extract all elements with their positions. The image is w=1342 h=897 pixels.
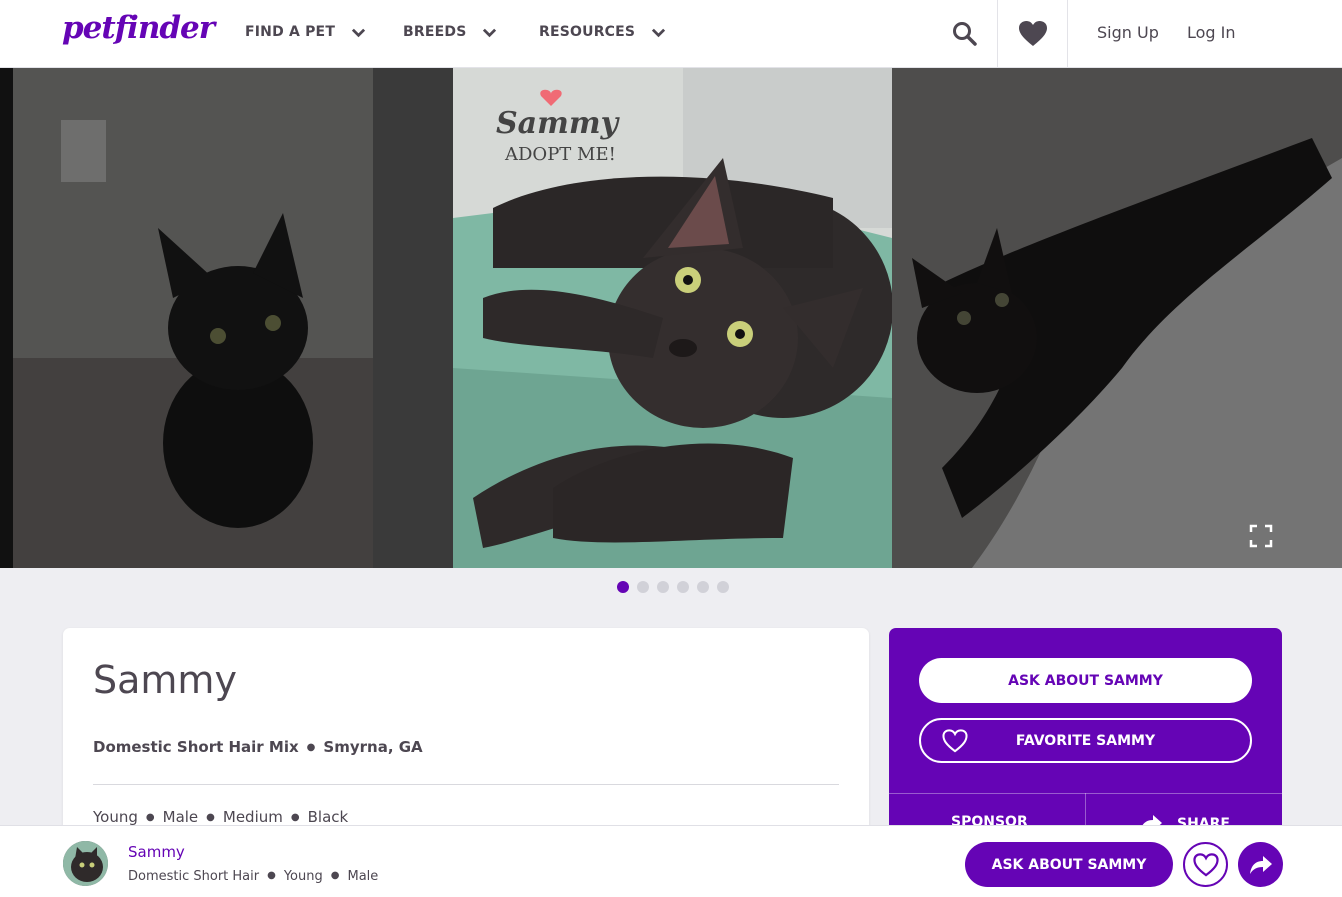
pet-sex: Male xyxy=(162,808,199,826)
search-button[interactable] xyxy=(940,10,990,58)
carousel-dot[interactable] xyxy=(657,581,669,593)
carousel-dot[interactable] xyxy=(717,581,729,593)
carousel-dot[interactable] xyxy=(697,581,709,593)
carousel-dot[interactable] xyxy=(677,581,689,593)
petfinder-logo[interactable]: petfinder xyxy=(62,10,215,46)
sticky-pet-name[interactable]: Sammy xyxy=(128,843,185,861)
heart-outline-icon xyxy=(942,729,968,753)
nav-breeds-label: BREEDS xyxy=(403,24,467,40)
search-icon xyxy=(953,22,977,46)
log-in-link[interactable]: Log In xyxy=(1187,23,1236,42)
pet-location: Smyrna, GA xyxy=(323,738,423,756)
nav-resources[interactable]: RESOURCES xyxy=(539,24,666,40)
sticky-favorite-button[interactable] xyxy=(1183,842,1228,887)
sticky-pet-sex: Male xyxy=(347,869,379,884)
expand-icon[interactable] xyxy=(1249,524,1273,548)
sticky-ask-button[interactable]: ASK ABOUT SAMMY xyxy=(965,842,1173,887)
carousel-slide-next[interactable] xyxy=(892,68,1342,568)
sticky-pet-age: Young xyxy=(283,869,323,884)
sticky-pet-summary: Domestic Short Hair ● Young ● Male xyxy=(128,869,378,884)
sticky-share-button[interactable] xyxy=(1238,842,1283,887)
nav-find-a-pet[interactable]: FIND A PET xyxy=(245,24,366,40)
cat-photo xyxy=(13,68,453,568)
photo-carousel[interactable]: Sammy ADOPT ME! xyxy=(0,68,1342,568)
favorites-button[interactable] xyxy=(1008,10,1058,58)
carousel-dot[interactable] xyxy=(637,581,649,593)
ask-about-button[interactable]: ASK ABOUT SAMMY xyxy=(919,658,1252,703)
cat-thumbnail xyxy=(63,841,108,886)
sticky-pet-bar: Sammy Domestic Short Hair ● Young ● Male ASK… xyxy=(0,825,1342,897)
nav-breeds[interactable]: BREEDS xyxy=(403,24,497,40)
site-header: petfinder FIND A PET BREEDS RESOURCES Si… xyxy=(0,0,1342,68)
pet-breed-location: Domestic Short Hair Mix ● Smyrna, GA xyxy=(93,738,423,756)
heart-outline-icon xyxy=(1192,852,1219,877)
carousel-slide-previous[interactable] xyxy=(13,68,453,568)
share-icon xyxy=(1249,855,1272,874)
bullet-separator: ● xyxy=(145,812,155,823)
chevron-down-icon xyxy=(652,28,666,37)
favorite-button[interactable]: FAVORITE SAMMY xyxy=(919,718,1252,763)
divider xyxy=(93,784,839,785)
bullet-separator: ● xyxy=(306,742,316,753)
bullet-separator: ● xyxy=(267,870,276,881)
carousel-slide-current[interactable]: Sammy ADOPT ME! xyxy=(453,68,892,568)
sticky-pet-breed: Domestic Short Hair xyxy=(128,869,260,884)
cat-photo xyxy=(892,68,1342,568)
nav-resources-label: RESOURCES xyxy=(539,24,636,40)
pet-breed: Domestic Short Hair Mix xyxy=(93,738,299,756)
slide-overlay-name: Sammy xyxy=(496,106,621,141)
bullet-separator: ● xyxy=(290,812,300,823)
pet-age: Young xyxy=(93,808,138,826)
pet-color: Black xyxy=(307,808,349,826)
pet-avatar[interactable] xyxy=(63,841,108,886)
adoption-action-panel: ASK ABOUT SAMMY FAVORITE SAMMY SPONSOR S… xyxy=(889,628,1282,848)
chevron-down-icon xyxy=(351,28,366,37)
bullet-separator: ● xyxy=(206,812,215,823)
carousel-dot[interactable] xyxy=(617,581,629,593)
cat-photo: Sammy ADOPT ME! xyxy=(453,68,892,568)
pet-size: Medium xyxy=(222,808,283,826)
favorite-button-label: FAVORITE SAMMY xyxy=(1015,732,1156,749)
chevron-down-icon xyxy=(483,28,497,37)
nav-find-a-pet-label: FIND A PET xyxy=(245,24,336,40)
heart-icon xyxy=(1019,21,1047,46)
pet-attributes: Young ● Male ● Medium ● Black xyxy=(93,808,348,826)
header-divider xyxy=(1067,0,1068,68)
header-divider xyxy=(997,0,998,68)
slide-overlay-tagline: ADOPT ME! xyxy=(504,144,616,165)
bullet-separator: ● xyxy=(330,870,340,881)
sign-up-link[interactable]: Sign Up xyxy=(1097,23,1159,42)
carousel-pagination xyxy=(617,581,729,593)
pet-name: Sammy xyxy=(93,658,237,702)
